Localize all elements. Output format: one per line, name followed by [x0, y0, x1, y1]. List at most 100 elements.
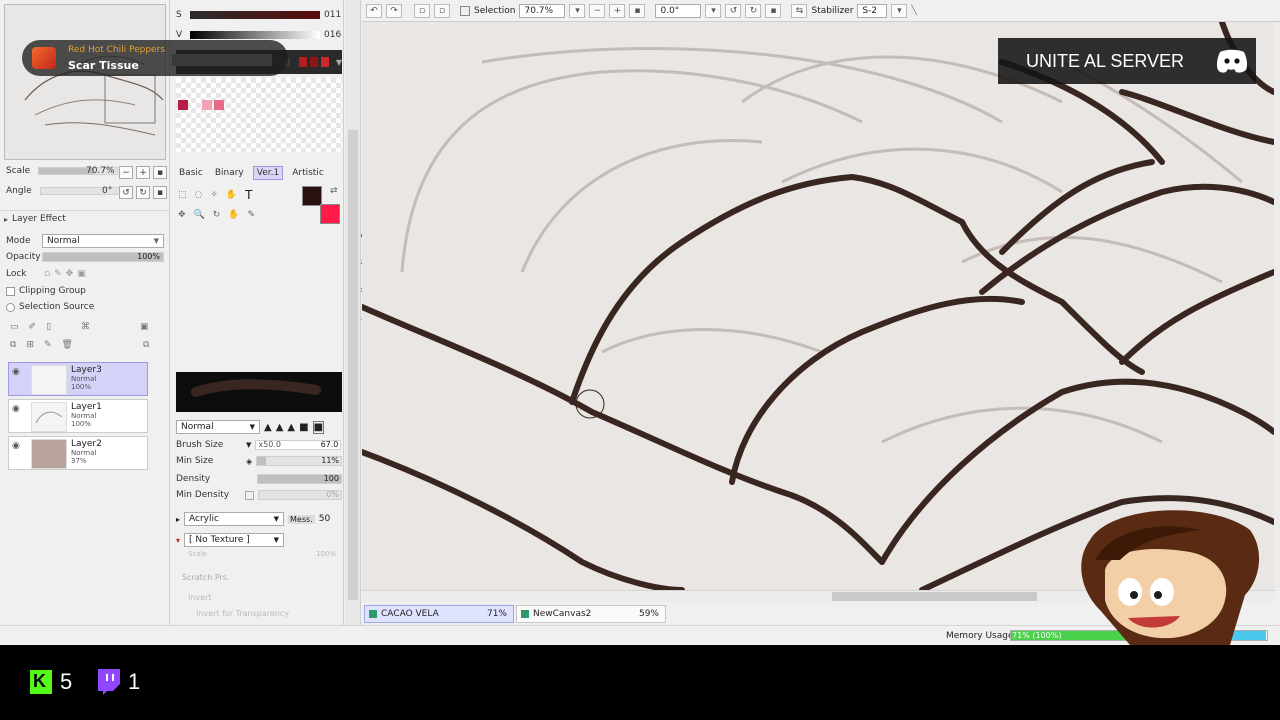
rotate-right-icon[interactable]: ↻ — [136, 186, 150, 199]
lock-transparency-icon[interactable]: ▫ — [44, 269, 50, 279]
transfer-down-icon[interactable]: ⧉ — [10, 340, 16, 350]
tab-basic[interactable]: Basic — [176, 167, 206, 179]
layer-mode-select[interactable]: Normal ▼ — [42, 234, 164, 248]
layer-item[interactable]: ◉ Layer2 Normal 37% — [8, 436, 148, 470]
zoom-icon[interactable]: 🔍 — [194, 210, 205, 220]
zoom-in-icon[interactable]: + — [136, 166, 150, 179]
expand-arrow-icon[interactable]: ▸ — [176, 515, 180, 524]
line-tool-icon[interactable]: ╲ — [911, 6, 916, 16]
collapse-arrow-icon[interactable]: ▾ — [176, 536, 180, 545]
eyedropper-icon[interactable]: ✎ — [248, 210, 256, 220]
min-density-toggle[interactable] — [244, 490, 254, 500]
text-tool-icon[interactable]: T — [245, 188, 252, 202]
brush-shape-1-icon[interactable]: ▲ — [264, 422, 272, 433]
selection-source-row[interactable]: Selection Source — [6, 302, 94, 312]
texture-select[interactable]: [ No Texture ] ▼ — [184, 533, 285, 547]
value-slider[interactable] — [190, 31, 320, 39]
zoom-field[interactable]: 70.7% — [519, 3, 566, 18]
lock-paint-icon[interactable]: ✎ — [54, 269, 62, 279]
selection-source-checkbox[interactable] — [6, 302, 15, 312]
magic-wand-icon[interactable]: ✧ — [210, 190, 218, 200]
flip-icon[interactable]: ⇆ — [791, 3, 808, 18]
visibility-eye-icon[interactable]: ◉ — [12, 441, 26, 453]
zoom-out-icon[interactable]: − — [589, 3, 606, 18]
rotate-left-icon[interactable]: ↺ — [725, 3, 742, 18]
clear-layer-icon[interactable]: ✎ — [44, 340, 52, 350]
lasso-icon[interactable]: ◌ — [195, 190, 203, 200]
swatch[interactable] — [298, 57, 307, 67]
lock-move-icon[interactable]: ✥ — [66, 269, 74, 279]
delete-layer-icon[interactable]: 🗑 — [62, 340, 73, 350]
min-density-slider[interactable]: 0% — [257, 490, 342, 500]
min-size-toggle-icon[interactable]: ◈ — [246, 457, 252, 466]
stabilizer-field[interactable]: S-2 — [857, 3, 888, 18]
chevron-down-icon[interactable]: ▾ — [891, 3, 908, 18]
saturation-slider[interactable] — [190, 11, 320, 19]
layer-effect-header[interactable]: ▸ Layer Effect — [4, 214, 66, 224]
layer-settings-icon[interactable]: ▣ — [140, 322, 149, 332]
density-slider[interactable]: 100 — [257, 474, 342, 484]
swatch[interactable] — [214, 100, 224, 110]
tab-newcanvas2[interactable]: NewCanvas2 59% — [516, 605, 666, 623]
primary-color[interactable] — [302, 186, 322, 206]
rotate-right-icon[interactable]: ↻ — [745, 3, 762, 18]
zoom-in-icon[interactable]: + — [609, 3, 626, 18]
scrollbar-thumb[interactable] — [348, 130, 358, 600]
chevron-down-icon[interactable]: ▾ — [569, 3, 586, 18]
selection-checkbox[interactable] — [460, 5, 470, 16]
brush-shape-4-icon[interactable]: ■ — [299, 422, 308, 433]
chevron-down-icon[interactable]: ▼ — [246, 441, 251, 449]
rotation-field[interactable]: 0.0° — [655, 3, 702, 18]
swatch[interactable] — [309, 57, 318, 67]
brush-shape-3-icon[interactable]: ▲ — [287, 422, 295, 433]
scratchpad[interactable] — [176, 78, 342, 152]
opacity-slider[interactable]: 100% — [42, 252, 164, 262]
deselect-icon[interactable]: ▫ — [414, 3, 430, 18]
tab-ver1[interactable]: Ver.1 — [252, 166, 284, 180]
layer-panel-menu-icon[interactable]: ⧉ — [143, 340, 149, 350]
navigator-preview[interactable] — [4, 4, 166, 160]
rotate-reset-icon[interactable]: ▪ — [153, 186, 167, 199]
brush-size-slider[interactable]: x50.0 67.0 — [255, 440, 342, 450]
brush-shape-5-icon[interactable]: ■ — [312, 420, 325, 434]
new-layer-icon[interactable]: ▭ — [10, 322, 19, 332]
layer-item[interactable]: ◉ Layer3 Normal 100% — [8, 362, 148, 396]
lock-all-icon[interactable]: ▣ — [77, 269, 86, 279]
rotate-icon[interactable]: ↻ — [213, 210, 221, 220]
visibility-eye-icon[interactable]: ◉ — [12, 404, 26, 416]
min-size-slider[interactable]: 11% — [256, 456, 343, 466]
swatch[interactable] — [320, 57, 329, 67]
secondary-color[interactable] — [320, 204, 340, 224]
swatch[interactable] — [202, 100, 212, 110]
hand-grab-icon[interactable]: ✋ — [228, 210, 239, 220]
tab-cacao-vela[interactable]: CACAO VELA 71% — [364, 605, 514, 623]
redo-icon[interactable]: ↷ — [386, 3, 402, 18]
move-icon[interactable]: ✥ — [178, 210, 186, 220]
scrollbar-thumb[interactable] — [832, 592, 1037, 601]
new-linework-layer-icon[interactable]: ✐ — [29, 322, 37, 332]
layer-item[interactable]: ◉ Layer1 Normal 100% — [8, 399, 148, 433]
undo-icon[interactable]: ↶ — [366, 3, 382, 18]
tab-artistic[interactable]: Artistic — [289, 167, 327, 179]
chevron-down-icon[interactable]: ▾ — [705, 3, 722, 18]
rotate-reset-icon[interactable]: ▪ — [765, 3, 782, 18]
zoom-reset-icon[interactable]: ▪ — [153, 166, 167, 179]
clipping-group-checkbox[interactable] — [6, 286, 15, 296]
chevron-down-icon[interactable]: ▼ — [336, 58, 342, 67]
layer-mask-icon[interactable]: ⌘ — [81, 322, 90, 332]
brush-shape-2-icon[interactable]: ▲ — [276, 422, 284, 433]
zoom-out-icon[interactable]: − — [119, 166, 133, 179]
swatch[interactable] — [178, 100, 188, 110]
rect-select-icon[interactable]: ⬚ — [178, 190, 187, 200]
invert-selection-icon[interactable]: ▫ — [434, 3, 450, 18]
swap-colors-icon[interactable]: ⇄ — [330, 186, 338, 196]
brush-texture-select[interactable]: Acrylic ▼ — [184, 512, 285, 526]
mess-value[interactable]: 50 — [319, 514, 330, 524]
zoom-reset-icon[interactable]: ▪ — [629, 3, 646, 18]
rotate-left-icon[interactable]: ↺ — [119, 186, 133, 199]
tab-binary[interactable]: Binary — [212, 167, 247, 179]
hand-icon[interactable]: ✋ — [226, 190, 237, 200]
merge-down-icon[interactable]: ⊞ — [26, 340, 34, 350]
new-folder-icon[interactable]: ▯ — [46, 322, 51, 332]
clipping-group-row[interactable]: Clipping Group — [6, 286, 86, 296]
